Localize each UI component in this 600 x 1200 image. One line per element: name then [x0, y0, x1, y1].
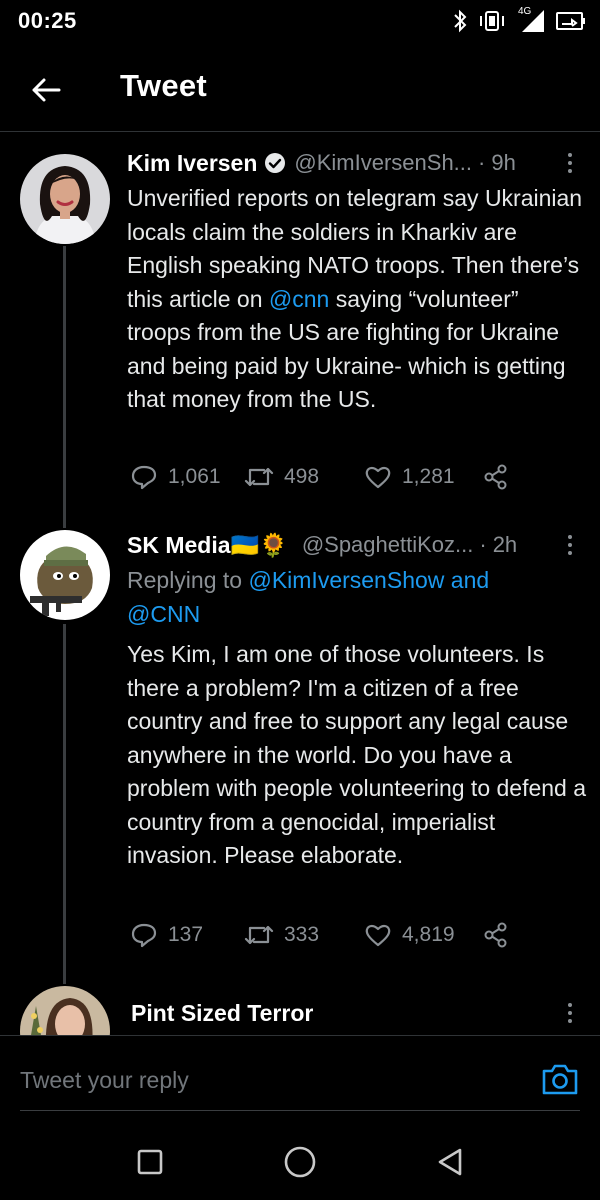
- tweet-time: 2h: [492, 532, 518, 557]
- reply-count: 1,061: [168, 465, 221, 488]
- replying-to-label: Replying to: [127, 567, 249, 593]
- heart-icon: [365, 924, 391, 947]
- reply-button[interactable]: 137: [130, 920, 203, 950]
- reply-button[interactable]: 1,061: [130, 462, 221, 492]
- more-options-button[interactable]: [560, 998, 580, 1028]
- reply-input[interactable]: [20, 1060, 520, 1100]
- tweet[interactable]: SK Media🇺🇦🌻 @SpaghettiKoz... · 2h Replyi…: [0, 528, 600, 968]
- battery-icon: [556, 10, 586, 32]
- more-options-button[interactable]: [560, 530, 580, 560]
- tweet-time: 9h: [491, 150, 516, 175]
- system-nav-bar: [0, 1120, 600, 1200]
- replying-to: Replying to @KimIversenShow and @CNN: [127, 564, 587, 631]
- status-bar: 00:25 4G: [0, 0, 600, 44]
- tweet[interactable]: Pint Sized Terror: [0, 984, 600, 1035]
- retweet-icon: [244, 925, 274, 945]
- top-app-bar: Tweet: [0, 48, 600, 132]
- avatar[interactable]: [20, 154, 110, 244]
- author-name[interactable]: Pint Sized Terror: [131, 1000, 313, 1027]
- camera-icon: [542, 1064, 578, 1095]
- retweet-count: 333: [284, 923, 320, 946]
- avatar-image: [20, 986, 110, 1035]
- back-nav-button[interactable]: [432, 1144, 468, 1180]
- retweet-count: 498: [284, 465, 320, 488]
- composer-underline: [20, 1110, 580, 1111]
- arrow-left-icon: [32, 78, 61, 102]
- composer-divider: [0, 1035, 600, 1036]
- avatar[interactable]: [20, 530, 110, 620]
- mention-link[interactable]: @CNN: [127, 601, 200, 627]
- tweet-header: Kim Iversen @KimIversenSh... · 9h: [127, 148, 580, 178]
- separator-dot: ·: [479, 532, 487, 557]
- vibrate-icon: [478, 9, 506, 33]
- mention-link[interactable]: @KimIversenShow: [248, 567, 444, 593]
- author-handle[interactable]: @KimIversenSh...: [294, 150, 472, 176]
- tweet-header: Pint Sized Terror: [131, 998, 580, 1028]
- network-label: 4G: [518, 6, 532, 17]
- author-name[interactable]: Kim Iversen: [127, 150, 257, 177]
- recents-button[interactable]: [132, 1144, 168, 1180]
- heart-icon: [365, 466, 391, 489]
- status-time: 00:25: [18, 8, 77, 33]
- bluetooth-icon: [452, 9, 468, 33]
- tweet-header: SK Media🇺🇦🌻 @SpaghettiKoz... · 2h: [127, 530, 580, 560]
- signal-icon: 4G: [516, 6, 546, 34]
- page-title: Tweet: [120, 68, 208, 103]
- retweet-button[interactable]: 498: [244, 462, 319, 492]
- back-triangle-icon: [438, 1148, 462, 1176]
- reply-count: 137: [168, 923, 204, 946]
- author-name[interactable]: SK Media🇺🇦🌻: [127, 532, 288, 559]
- reply-icon: [131, 923, 157, 948]
- tweet-actions: 137 333 4,819: [130, 920, 520, 950]
- like-count: 4,819: [402, 923, 455, 946]
- tweet-text: Unverified reports on telegram say Ukrai…: [127, 182, 587, 417]
- recents-square-icon: [137, 1149, 163, 1175]
- avatar-image: [20, 154, 110, 244]
- separator-dot: ·: [478, 150, 486, 175]
- share-button[interactable]: [482, 920, 510, 950]
- reply-icon: [131, 465, 157, 490]
- status-icons: 4G: [452, 6, 586, 36]
- camera-button[interactable]: [540, 1060, 580, 1098]
- more-options-button[interactable]: [560, 148, 580, 178]
- header-divider: [0, 131, 600, 132]
- home-circle-icon: [284, 1146, 316, 1178]
- retweet-button[interactable]: 333: [244, 920, 319, 950]
- avatar-image: [20, 530, 110, 620]
- retweet-icon: [244, 467, 274, 487]
- mention-link[interactable]: @cnn: [269, 286, 329, 312]
- share-icon: [484, 464, 507, 490]
- like-button[interactable]: 1,281: [364, 462, 455, 492]
- tweet[interactable]: Kim Iversen @KimIversenSh... · 9h Unveri…: [0, 148, 600, 508]
- home-button[interactable]: [282, 1144, 318, 1180]
- verified-badge-icon: [264, 152, 286, 174]
- author-handle[interactable]: @SpaghettiKoz...: [302, 532, 474, 558]
- like-button[interactable]: 4,819: [364, 920, 455, 950]
- share-button[interactable]: [482, 462, 510, 492]
- avatar[interactable]: [20, 986, 110, 1035]
- share-icon: [484, 922, 507, 948]
- tweet-text: Yes Kim, I am one of those volunteers. I…: [127, 641, 587, 868]
- replying-and: and: [444, 567, 490, 593]
- back-button[interactable]: [26, 70, 66, 110]
- tweet-actions: 1,061 498 1,281: [130, 462, 520, 492]
- like-count: 1,281: [402, 465, 455, 488]
